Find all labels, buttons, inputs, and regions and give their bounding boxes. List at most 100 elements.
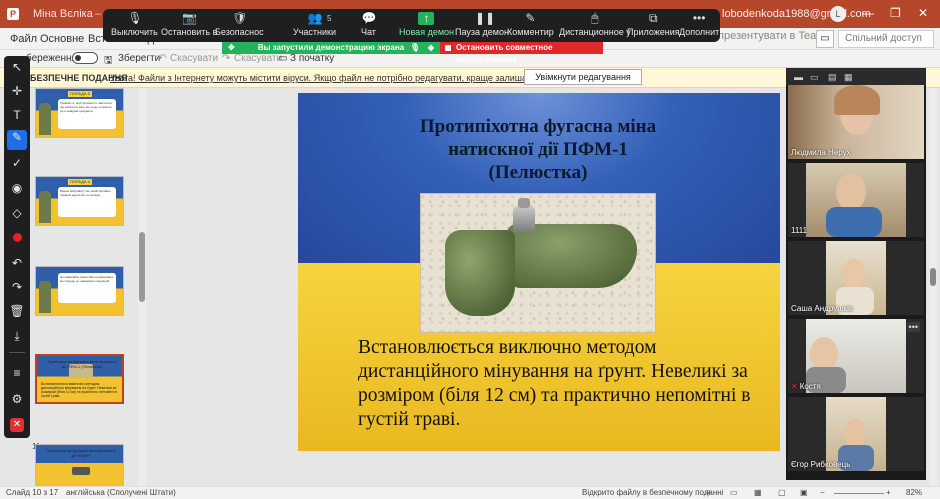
present-in-teams-button[interactable]: презентувати в Teams bbox=[718, 30, 831, 42]
thumbnail-title: Протипіхотна фугасна міна натискної дії … bbox=[46, 448, 116, 458]
chat-button[interactable]: 💬 Чат bbox=[361, 12, 376, 38]
control-label: Безопаснос bbox=[215, 27, 264, 37]
slideshow-icon[interactable]: ▣ bbox=[800, 488, 808, 497]
comment-icon[interactable]: ▭ bbox=[816, 30, 834, 48]
normal-view-icon[interactable]: ▭ bbox=[730, 488, 738, 497]
clear-icon[interactable]: 🗑 bbox=[4, 304, 30, 318]
select-icon[interactable]: ↖ bbox=[4, 60, 30, 74]
strip-view-icon[interactable]: ▤ bbox=[828, 72, 837, 83]
slide-thumbnail[interactable]: ПОРАДА 4 Бачиш вибухівку? Не чіпай! Нега… bbox=[35, 176, 124, 226]
account-email[interactable]: lobodenkoda1988@gmail.com bbox=[722, 8, 871, 20]
from-start-icon[interactable]: ▭ bbox=[278, 53, 287, 64]
autosave-toggle[interactable] bbox=[72, 52, 98, 64]
gallery-view-icon[interactable]: ▦ bbox=[844, 72, 853, 83]
slide-thumbnail[interactable]: Протипіхотна фугасна міна натискної дії … bbox=[35, 444, 124, 486]
close-button[interactable]: ✕ bbox=[918, 6, 928, 20]
status-bar: Слайд 10 з 17 англійська (Сполучені Штат… bbox=[0, 486, 940, 499]
zoom-slider[interactable] bbox=[834, 493, 884, 494]
save-annotation-icon[interactable]: ⤓ bbox=[4, 329, 30, 344]
close-annotation-icon[interactable]: ✕ bbox=[4, 416, 30, 432]
redo-icon[interactable]: ↷ bbox=[222, 53, 230, 64]
pause-button[interactable]: ❚❚ Пауза демон bbox=[455, 11, 509, 38]
slide-scrollbar[interactable] bbox=[929, 88, 937, 486]
participant-tile[interactable]: ✕ Костя ••• bbox=[788, 319, 924, 393]
remote-control-button[interactable]: 🖱 Дистанционное у bbox=[559, 11, 631, 38]
menu-home[interactable]: Основне bbox=[40, 33, 84, 45]
participants-icon: 👥 bbox=[307, 11, 323, 25]
participant-tile[interactable]: Єгор Рибковець bbox=[788, 397, 924, 471]
move-icon[interactable]: ✛ bbox=[4, 84, 30, 98]
more-button[interactable]: ••• Дополнит bbox=[679, 11, 719, 38]
avatar[interactable]: L bbox=[830, 6, 846, 22]
mic-button[interactable]: 🎙 Выключить bbox=[111, 12, 158, 38]
participant-name: 1111 bbox=[791, 226, 808, 235]
remote-control-icon: 🖱 bbox=[591, 11, 599, 25]
more-options-icon[interactable]: ••• bbox=[906, 322, 920, 332]
mine-photo-thumb bbox=[72, 467, 90, 475]
participant-face bbox=[842, 259, 866, 289]
participant-tile[interactable]: 1111 bbox=[788, 163, 924, 237]
color-picker-icon[interactable] bbox=[4, 231, 30, 245]
redo-annotation-icon[interactable]: ↷ bbox=[4, 280, 30, 294]
eraser-icon[interactable]: ◇ bbox=[4, 206, 30, 220]
annotation-toolbar: ↖ ✛ T ✎ ✓ ◉ ◇ ↶ ↷ 🗑 ⤓ ≡ ⚙ ✕ bbox=[4, 56, 30, 438]
text-icon[interactable]: T bbox=[4, 108, 30, 122]
share-screen-button[interactable]: ↑ Новая демон bbox=[399, 12, 454, 38]
stop-sharing-button[interactable]: Остановить совместное использование bbox=[440, 42, 603, 64]
zoom-meeting-controls: 🎙 Выключить 📷 Остановить в 🛡 Безопаснос 👥 Участ… bbox=[103, 9, 720, 42]
pause-icon: ❚❚ bbox=[474, 11, 496, 25]
zoom-in-icon[interactable]: + bbox=[886, 488, 891, 497]
menu-icon[interactable]: ≡ bbox=[4, 366, 30, 380]
more-icon: ••• bbox=[692, 11, 706, 25]
enable-editing-button[interactable]: Увімкнути редагування bbox=[524, 69, 642, 85]
slide-title[interactable]: Протипіхотна фугасна міна натискної дії … bbox=[398, 115, 678, 184]
annotate-button[interactable]: ✎ Комментир bbox=[507, 12, 554, 38]
participant-name: Саша Андрушків bbox=[791, 304, 854, 313]
slide-body-text[interactable]: Встановлюється виключно методом дистанці… bbox=[358, 336, 758, 432]
mine-body bbox=[445, 230, 515, 316]
speaker-view-icon[interactable]: ▭ bbox=[810, 72, 819, 83]
participants-button[interactable]: 👥 Участники 5 bbox=[293, 11, 336, 38]
thumbnail-scrollbar[interactable] bbox=[138, 88, 146, 486]
scrollbar-thumb[interactable] bbox=[139, 232, 145, 302]
save-button[interactable]: Зберегти bbox=[118, 53, 160, 64]
participant-hair bbox=[834, 85, 880, 115]
slide-sorter-icon[interactable]: ▦ bbox=[754, 488, 762, 497]
zoom-level[interactable]: 82% bbox=[906, 488, 922, 497]
mine-cap bbox=[518, 198, 530, 208]
undo-icon[interactable]: ↶ bbox=[158, 53, 166, 64]
mine-photo[interactable] bbox=[420, 193, 656, 333]
participant-face bbox=[810, 337, 838, 371]
undo-annotation-icon[interactable]: ↶ bbox=[4, 256, 30, 270]
thumbnail-tag: ПОРАДА 3 bbox=[68, 91, 92, 97]
redo-button[interactable]: Скасувати bbox=[234, 53, 282, 64]
stamp-check-icon[interactable]: ✓ bbox=[4, 156, 30, 170]
undo-button[interactable]: Скасувати bbox=[170, 53, 218, 64]
slide-thumbnail-selected[interactable]: Протипіхотна фугасна міна натискної дії … bbox=[35, 354, 124, 404]
video-button[interactable]: 📷 Остановить в bbox=[161, 12, 217, 38]
control-label: Выключить bbox=[111, 27, 158, 37]
apps-button[interactable]: ⧉ Приложения bbox=[627, 12, 680, 38]
shield-button[interactable]: 🛡 Безопаснос bbox=[215, 12, 264, 38]
minimize-icon[interactable]: ▬ bbox=[794, 72, 803, 82]
from-start-button[interactable]: З початку bbox=[290, 53, 334, 64]
slide-thumbnail[interactable]: Не намагайся самостійно розмінувати. Не … bbox=[35, 266, 124, 316]
participant-tile[interactable]: Людмила Нерух bbox=[788, 85, 924, 159]
scrollbar-thumb[interactable] bbox=[930, 268, 936, 286]
maximize-button[interactable]: ❐ bbox=[890, 6, 901, 20]
participant-tile[interactable]: Саша Андрушків bbox=[788, 241, 924, 315]
share-button[interactable]: Спільний доступ bbox=[838, 30, 934, 48]
reading-view-icon[interactable]: ▢ bbox=[778, 488, 786, 497]
control-label: Приложения bbox=[627, 27, 680, 37]
share-options-icon[interactable]: ⚙ bbox=[4, 392, 30, 406]
notes-icon[interactable]: ≡ bbox=[706, 488, 711, 497]
minimize-button[interactable]: — bbox=[862, 6, 874, 20]
menu-file[interactable]: Файл bbox=[10, 33, 37, 45]
current-slide[interactable]: Протипіхотна фугасна міна натискної дії … bbox=[298, 93, 780, 451]
spotlight-icon[interactable]: ◉ bbox=[4, 181, 30, 195]
zoom-out-icon[interactable]: − bbox=[820, 488, 825, 497]
pen-icon[interactable]: ✎ bbox=[7, 130, 27, 150]
thumbnail-text: Встановлюється виключно методом дистанці… bbox=[41, 382, 118, 398]
language-status[interactable]: англійська (Сполучені Штати) bbox=[66, 488, 176, 497]
slide-thumbnail[interactable]: ПОРАДА 3 Тримай те, щоб допомогти пам'ят… bbox=[35, 88, 124, 138]
